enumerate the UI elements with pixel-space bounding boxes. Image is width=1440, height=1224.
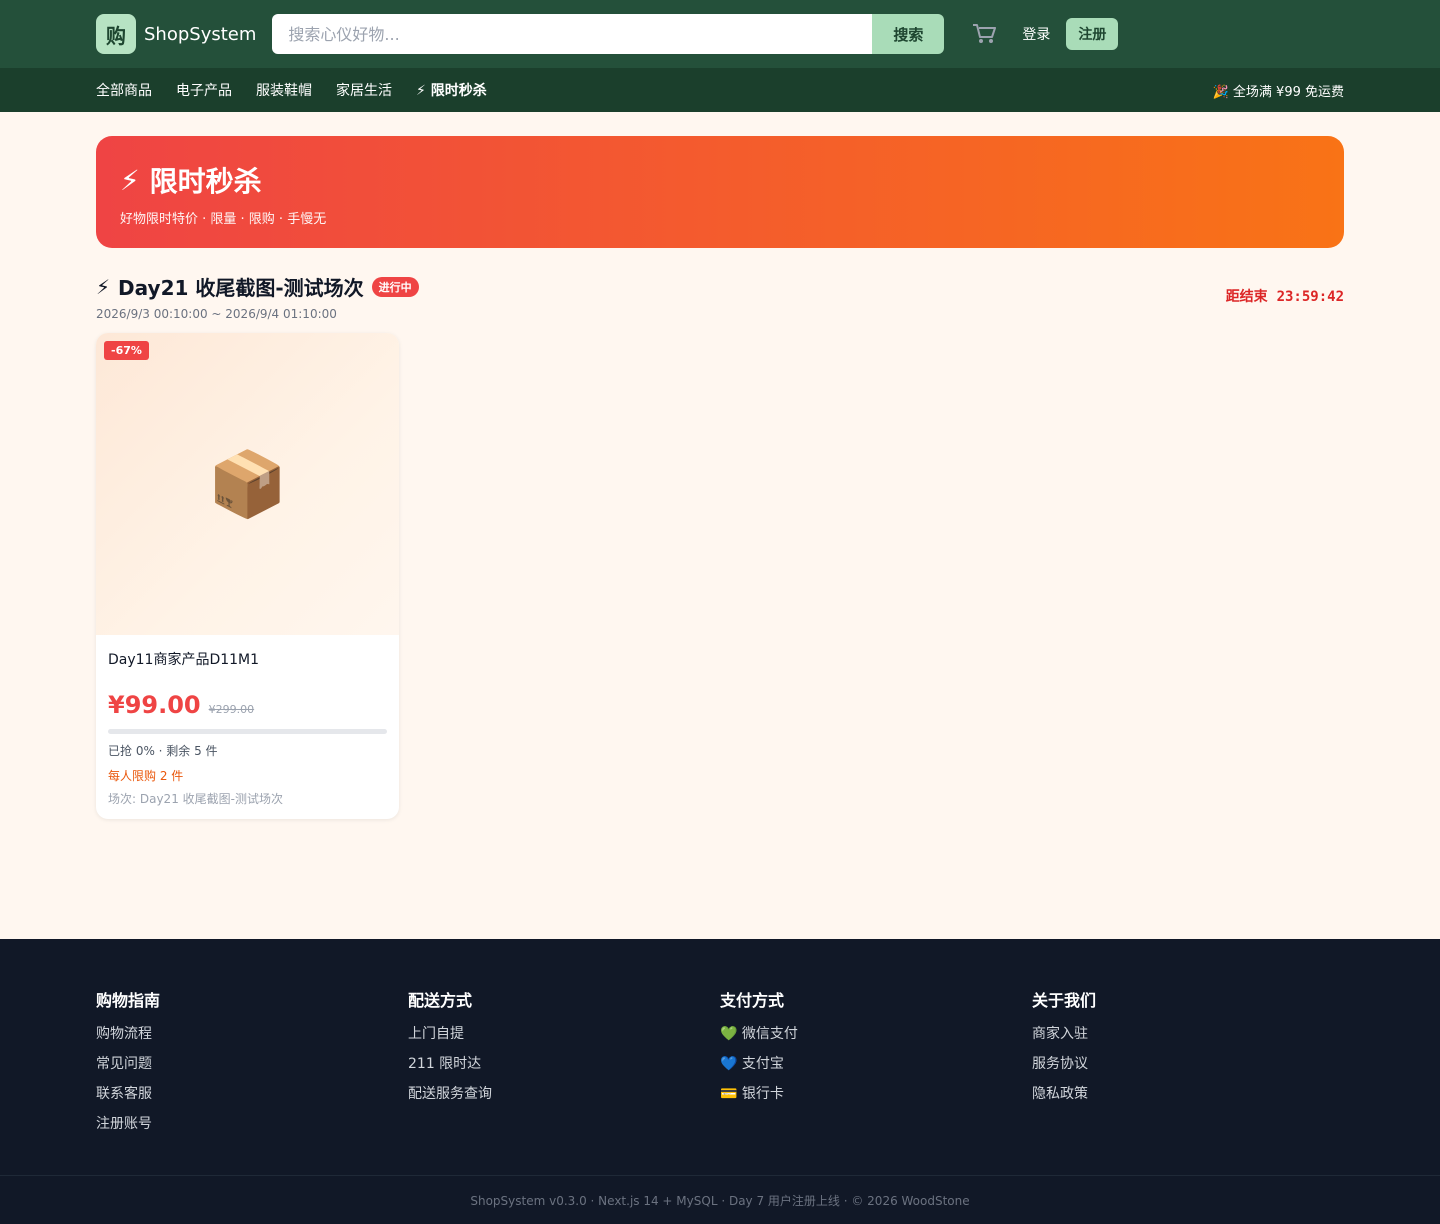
banner-subtitle: 好物限时特价 · 限量 · 限购 · 手慢无 bbox=[120, 212, 327, 227]
footer-col-title: 购物指南 bbox=[96, 991, 161, 1010]
product-info: Day11商家产品D11M1 ¥99.00 ¥299.00 已抢 0% · 剩余… bbox=[96, 635, 399, 819]
footer-link[interactable]: 配送服务查询 bbox=[408, 1083, 720, 1103]
register-button[interactable]: 注册 bbox=[1066, 18, 1119, 50]
footer-link[interactable]: 注册账号 bbox=[96, 1113, 408, 1133]
cart-icon[interactable] bbox=[972, 22, 997, 46]
footer-link[interactable]: 上门自提 bbox=[408, 1023, 720, 1043]
sale-session: ⚡ Day21 收尾截图-测试场次 进行中 2026/9/3 00:10:00 … bbox=[96, 272, 1344, 819]
sold-status: 已抢 0% · 剩余 5 件 bbox=[108, 744, 218, 758]
footer-col-title: 配送方式 bbox=[408, 991, 473, 1010]
copyright: ShopSystem v0.3.0 · Next.js 14 + MySQL ·… bbox=[0, 1175, 1440, 1224]
sold-progress-bar bbox=[108, 729, 387, 734]
footer-col-title: 支付方式 bbox=[720, 991, 785, 1010]
footer-columns: 购物指南 购物流程 常见问题 联系客服 注册账号 配送方式 上门自提 211 限… bbox=[96, 939, 1344, 1175]
countdown-timer: 23:59:42 bbox=[1276, 289, 1344, 305]
flash-sale-banner: ⚡ 限时秒杀 好物限时特价 · 限量 · 限购 · 手慢无 bbox=[96, 136, 1344, 248]
countdown: 距结束 23:59:42 bbox=[1226, 286, 1344, 306]
banner-title-text: 限时秒杀 bbox=[149, 165, 262, 198]
footer-link[interactable]: 💳 银行卡 bbox=[720, 1083, 1032, 1103]
footer-link[interactable]: 隐私政策 bbox=[1032, 1083, 1344, 1103]
package-icon: 📦 bbox=[207, 447, 288, 522]
product-name[interactable]: Day11商家产品D11M1 bbox=[108, 649, 387, 687]
footer-link[interactable]: 商家入驻 bbox=[1032, 1023, 1344, 1043]
footer-link[interactable]: 211 限时达 bbox=[408, 1053, 720, 1073]
discount-badge: -67% bbox=[104, 341, 149, 360]
price-row: ¥99.00 ¥299.00 bbox=[108, 691, 387, 719]
footer-col-about: 关于我们 商家入驻 服务协议 隐私政策 bbox=[1032, 987, 1344, 1175]
footer-link[interactable]: 购物流程 bbox=[96, 1023, 408, 1043]
nav-all-products[interactable]: 全部商品 bbox=[96, 80, 152, 100]
session-title: ⚡ Day21 收尾截图-测试场次 进行中 bbox=[96, 272, 419, 301]
session-title-text: Day21 收尾截图-测试场次 bbox=[118, 276, 364, 300]
footer-col-shopping-guide: 购物指南 购物流程 常见问题 联系客服 注册账号 bbox=[96, 987, 408, 1175]
search-input[interactable] bbox=[272, 14, 873, 54]
login-link[interactable]: 登录 bbox=[1022, 24, 1050, 44]
product-image[interactable]: -67% 📦 bbox=[96, 333, 399, 635]
original-price: ¥299.00 bbox=[208, 703, 255, 716]
footer-link[interactable]: 服务协议 bbox=[1032, 1053, 1344, 1073]
product-grid: -67% 📦 Day11商家产品D11M1 ¥99.00 ¥299.00 已抢 … bbox=[96, 333, 1344, 819]
banner-title: ⚡ 限时秒杀 bbox=[120, 160, 1320, 200]
nav-clothing[interactable]: 服装鞋帽 bbox=[256, 80, 312, 100]
category-nav: 全部商品 电子产品 服装鞋帽 家居生活 ⚡ 限时秒杀 🎉 全场满 ¥99 免运费 bbox=[0, 68, 1440, 112]
search-button[interactable]: 搜索 bbox=[872, 14, 945, 54]
footer-link[interactable]: 联系客服 bbox=[96, 1083, 408, 1103]
lightning-icon: ⚡ bbox=[96, 274, 111, 299]
free-shipping-promo: 🎉 全场满 ¥99 免运费 bbox=[1212, 84, 1344, 100]
main-content: ⚡ 限时秒杀 好物限时特价 · 限量 · 限购 · 手慢无 ⚡ Day21 收尾… bbox=[96, 136, 1344, 819]
session-time-range: 2026/9/3 00:10:00 ~ 2026/9/4 01:10:00 bbox=[96, 307, 337, 321]
nav-flash-sale[interactable]: ⚡ 限时秒杀 bbox=[416, 80, 487, 100]
footer-link[interactable]: 💚 微信支付 bbox=[720, 1023, 1032, 1043]
logo[interactable]: 购 bbox=[96, 14, 136, 54]
lightning-icon: ⚡ bbox=[120, 163, 140, 197]
status-badge: 进行中 bbox=[371, 276, 419, 297]
search-bar: 搜索 bbox=[272, 14, 945, 54]
topbar: 购 ShopSystem 搜索 登录 注册 bbox=[0, 0, 1440, 68]
session-header: ⚡ Day21 收尾截图-测试场次 进行中 2026/9/3 00:10:00 … bbox=[96, 272, 1344, 322]
countdown-label: 距结束 bbox=[1225, 289, 1268, 305]
nav-electronics[interactable]: 电子产品 bbox=[176, 80, 232, 100]
site-header: 购 ShopSystem 搜索 登录 注册 全部商品 电子产品 服装鞋帽 家居生… bbox=[0, 0, 1440, 112]
nav-home-living[interactable]: 家居生活 bbox=[336, 80, 392, 100]
session-info: ⚡ Day21 收尾截图-测试场次 进行中 2026/9/3 00:10:00 … bbox=[96, 272, 419, 321]
purchase-limit: 每人限购 2 件 bbox=[108, 769, 184, 783]
sale-price: ¥99.00 bbox=[108, 691, 201, 719]
footer-link[interactable]: 💙 支付宝 bbox=[720, 1053, 1032, 1073]
footer-col-delivery: 配送方式 上门自提 211 限时达 配送服务查询 bbox=[408, 987, 720, 1175]
product-session: 场次: Day21 收尾截图-测试场次 bbox=[108, 792, 283, 806]
footer-link[interactable]: 常见问题 bbox=[96, 1053, 408, 1073]
brand-name[interactable]: ShopSystem bbox=[144, 24, 256, 45]
site-footer: 购物指南 购物流程 常见问题 联系客服 注册账号 配送方式 上门自提 211 限… bbox=[0, 939, 1440, 1224]
product-card[interactable]: -67% 📦 Day11商家产品D11M1 ¥99.00 ¥299.00 已抢 … bbox=[96, 333, 399, 819]
footer-col-payment: 支付方式 💚 微信支付 💙 支付宝 💳 银行卡 bbox=[720, 987, 1032, 1175]
footer-col-title: 关于我们 bbox=[1032, 991, 1097, 1010]
